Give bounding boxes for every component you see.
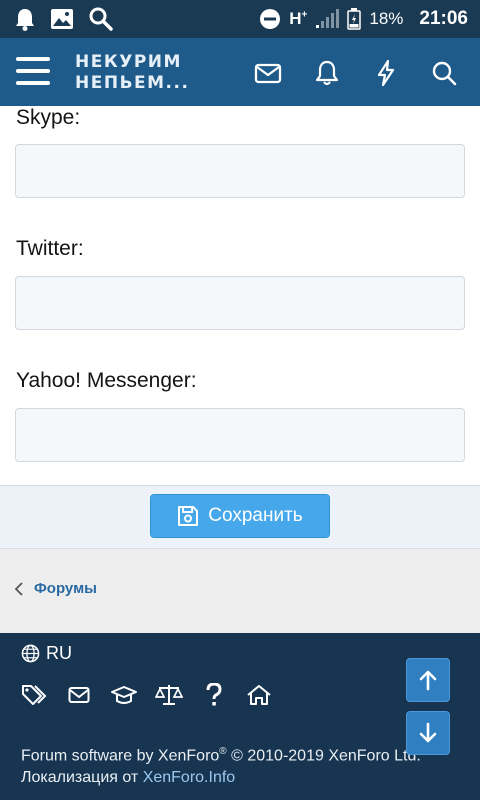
breadcrumb[interactable]: Форумы [14, 580, 97, 597]
menu-icon[interactable] [16, 57, 50, 85]
language-label: RU [46, 643, 72, 663]
localization-credit: Локализация от XenForo.Info [21, 769, 236, 787]
site-logo[interactable]: НЕКУРИМ НЕПЬЕМ... [75, 52, 189, 94]
image-icon [51, 9, 73, 29]
network-type: H+ [289, 9, 308, 28]
tags-icon[interactable] [20, 683, 48, 707]
help-icon[interactable] [200, 683, 228, 707]
graduation-cap-icon[interactable] [110, 683, 138, 707]
twitter-field[interactable] [15, 276, 465, 330]
save-button[interactable]: Сохранить [150, 494, 330, 538]
twitter-label: Twitter: [16, 237, 84, 260]
globe-icon [21, 644, 40, 663]
bell-icon[interactable] [312, 58, 342, 88]
mail-icon[interactable] [253, 58, 283, 88]
language-selector[interactable]: RU [21, 643, 72, 664]
battery-icon [347, 8, 362, 30]
search-icon[interactable] [429, 58, 459, 88]
save-button-label: Сохранить [208, 505, 303, 526]
arrow-up-icon [419, 670, 437, 691]
software-credit: Forum software by XenForo® © 2010-2019 X… [21, 746, 421, 765]
signal-icon [316, 9, 340, 28]
status-bar: H+ 18% 21:06 [0, 0, 480, 38]
do-not-disturb-icon [260, 9, 281, 29]
battery-percent: 18% [369, 9, 404, 28]
lightning-icon[interactable] [371, 58, 401, 88]
footer-credit: Forum software by XenForo® © 2010-2019 X… [21, 741, 421, 789]
clock: 21:06 [419, 8, 468, 29]
xenforo-info-link[interactable]: XenForo.Info [143, 769, 236, 786]
arrow-down-icon [419, 722, 437, 743]
save-icon [178, 506, 199, 526]
scales-icon[interactable] [155, 683, 183, 707]
status-icons-left [14, 6, 114, 32]
footer-links [20, 683, 273, 707]
yahoo-messenger-label: Yahoo! Messenger: [16, 369, 197, 392]
scroll-to-bottom-button[interactable] [406, 711, 450, 755]
breadcrumb-forums-link[interactable]: Форумы [34, 580, 97, 597]
notification-bell-icon [16, 9, 34, 31]
home-icon[interactable] [245, 683, 273, 707]
app-header: НЕКУРИМ НЕПЬЕМ... [0, 38, 480, 106]
search-icon [89, 7, 113, 31]
skype-label: Skype: [16, 106, 81, 129]
chevron-left-icon [14, 581, 23, 596]
yahoo-messenger-field[interactable] [15, 408, 465, 462]
status-icons-right: H+ 18% 21:06 [259, 0, 468, 38]
logo-line2: НЕПЬЕМ... [75, 73, 190, 93]
mail-icon[interactable] [65, 683, 93, 707]
skype-field[interactable] [15, 144, 465, 198]
logo-line1: НЕКУРИМ [75, 52, 182, 72]
scroll-to-top-button[interactable] [406, 658, 450, 702]
